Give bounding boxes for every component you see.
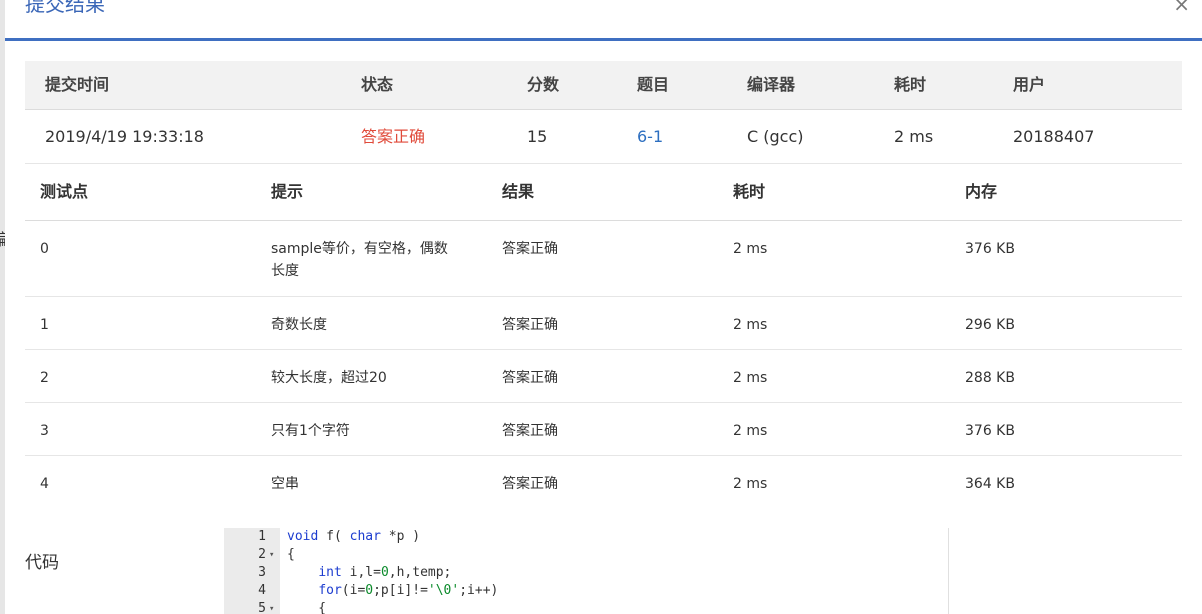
case-result: 答案正确 xyxy=(502,241,558,257)
header-status: 状态 xyxy=(361,75,394,94)
case-result: 答案正确 xyxy=(502,476,558,492)
case-memory: 296 KB xyxy=(965,317,1015,333)
close-icon[interactable]: × xyxy=(1173,0,1190,16)
header-user: 用户 xyxy=(1013,75,1046,94)
code-text: for(i=0;p[i]!='\0';i++) xyxy=(318,583,499,598)
line-number: 1 xyxy=(258,529,266,544)
header-hint: 提示 xyxy=(271,182,304,201)
case-result: 答案正确 xyxy=(502,423,558,439)
case-id: 3 xyxy=(40,423,49,439)
problem-link[interactable]: 6-1 xyxy=(637,110,663,163)
table-row: 3 只有1个字符 答案正确 2 ms 376 KB xyxy=(25,403,1182,456)
summary-row: 2019/4/19 19:33:18 答案正确 15 6-1 C (gcc) 2… xyxy=(25,110,1182,164)
table-row: 2 较大长度，超过20 答案正确 2 ms 288 KB xyxy=(25,350,1182,403)
case-id: 4 xyxy=(40,476,49,492)
header-score: 分数 xyxy=(527,75,560,94)
summary-header-row: 提交时间 状态 分数 题目 编译器 耗时 用户 xyxy=(25,61,1182,110)
case-elapsed: 2 ms xyxy=(733,317,768,333)
case-hint: 只有1个字符 xyxy=(271,423,350,439)
case-result: 答案正确 xyxy=(502,370,558,386)
case-memory: 364 KB xyxy=(965,476,1015,492)
header-result: 结果 xyxy=(502,182,535,201)
fold-icon[interactable]: ▾ xyxy=(269,546,274,564)
header-memory: 内存 xyxy=(965,182,998,201)
header-case-id: 测试点 xyxy=(40,182,89,201)
case-memory: 288 KB xyxy=(965,370,1015,386)
code-text: { xyxy=(287,547,295,562)
case-memory: 376 KB xyxy=(965,423,1015,439)
submission-result-dialog: 提交结果 × 提交时间 状态 分数 题目 编译器 耗时 用户 2019/4/19… xyxy=(5,0,1202,614)
case-memory: 376 KB xyxy=(965,241,1015,257)
case-hint-line: sample等价，有空格，偶数 xyxy=(271,241,448,257)
case-elapsed: 2 ms xyxy=(733,476,768,492)
header-submit-time: 提交时间 xyxy=(45,75,110,94)
line-number: 2 xyxy=(258,547,266,562)
header-compiler: 编译器 xyxy=(747,75,796,94)
table-row: 0 sample等价，有空格，偶数 长度 答案正确 2 ms 376 KB xyxy=(25,221,1182,297)
submission-summary-table: 提交时间 状态 分数 题目 编译器 耗时 用户 2019/4/19 19:33:… xyxy=(25,61,1182,164)
compiler-value: C (gcc) xyxy=(747,127,804,146)
cases-header-row: 测试点 提示 结果 耗时 内存 xyxy=(25,163,1182,221)
code-text: int i,l=0,h,temp; xyxy=(318,565,452,580)
code-text: { xyxy=(287,601,327,614)
case-hint: sample等价，有空格，偶数 长度 xyxy=(271,238,448,282)
status-value: 答案正确 xyxy=(361,127,426,146)
dialog-header: 提交结果 × xyxy=(5,0,1202,41)
submit-time: 2019/4/19 19:33:18 xyxy=(45,127,204,146)
case-hint: 奇数长度 xyxy=(271,317,327,333)
header-case-elapsed: 耗时 xyxy=(733,182,766,201)
case-elapsed: 2 ms xyxy=(733,241,768,257)
test-cases-table: 测试点 提示 结果 耗时 内存 0 sample等价，有空格，偶数 长度 答案正… xyxy=(25,163,1182,508)
score-value: 15 xyxy=(527,127,548,146)
case-id: 2 xyxy=(40,370,49,386)
case-hint: 空串 xyxy=(271,476,299,492)
case-id: 0 xyxy=(40,241,49,257)
code-label: 代码 xyxy=(25,553,59,573)
elapsed-value: 2 ms xyxy=(894,127,934,146)
case-elapsed: 2 ms xyxy=(733,370,768,386)
header-elapsed: 耗时 xyxy=(894,75,927,94)
case-id: 1 xyxy=(40,317,49,333)
line-number: 5 xyxy=(258,601,266,614)
dialog-title: 提交结果 xyxy=(25,0,105,16)
table-row: 4 空串 答案正确 2 ms 364 KB xyxy=(25,456,1182,508)
user-value: 20188407 xyxy=(1013,127,1095,146)
fold-icon[interactable]: ▾ xyxy=(269,600,274,614)
case-hint: 较大长度，超过20 xyxy=(271,370,387,386)
table-row: 1 奇数长度 答案正确 2 ms 296 KB xyxy=(25,297,1182,350)
case-result: 答案正确 xyxy=(502,317,558,333)
case-elapsed: 2 ms xyxy=(733,423,768,439)
line-number: 4 xyxy=(258,583,266,598)
code-editor[interactable]: 1 void f( char *p ) 2 ▾ { 3 int i,l=0,h,… xyxy=(224,528,949,614)
line-number: 3 xyxy=(258,565,266,580)
header-problem: 题目 xyxy=(637,75,670,94)
code-text: void f( char *p ) xyxy=(287,529,421,544)
case-hint-line: 长度 xyxy=(271,263,299,279)
